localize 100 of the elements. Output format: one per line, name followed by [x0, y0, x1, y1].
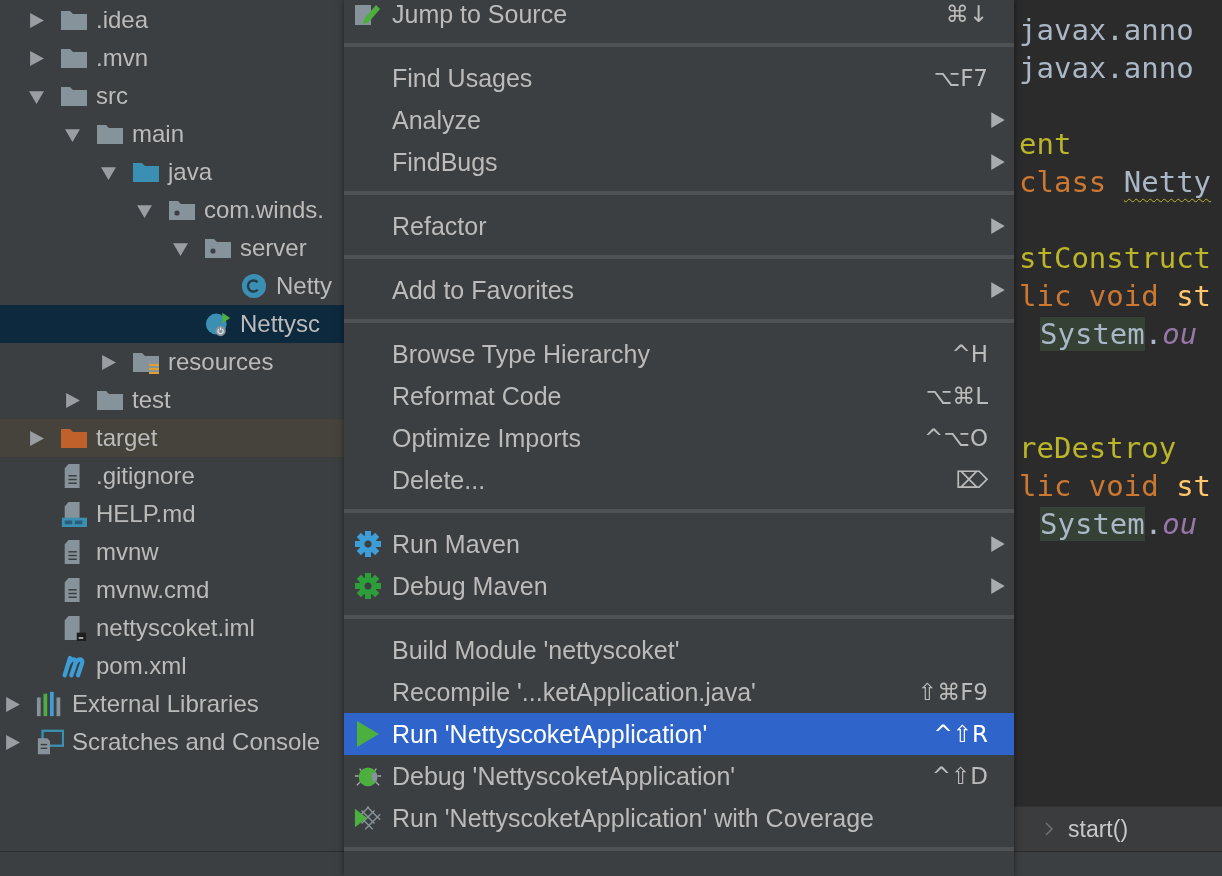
item-label: mvnw.cmd [96, 576, 210, 604]
menu-item[interactable]: FindBugs [344, 141, 1014, 183]
tree-item[interactable]: .idea [0, 1, 344, 39]
collapsed-arrow-icon[interactable] [27, 11, 45, 29]
item-label: test [132, 386, 171, 414]
item-label: Netty [276, 272, 332, 300]
code-token: class [1019, 165, 1107, 199]
markdown-file-icon [60, 501, 88, 527]
tree-item[interactable]: target [0, 419, 344, 457]
breadcrumb-item[interactable]: start() [1068, 815, 1129, 843]
code-token: void [1088, 279, 1159, 313]
menu-item-label: Reformat Code [392, 381, 563, 411]
code-token: st [1176, 279, 1212, 313]
item-label: java [168, 158, 213, 186]
item-label: com.winds. [204, 196, 325, 224]
scratches-icon [36, 729, 64, 755]
menu-item[interactable]: Reformat Code ⌥⌘L [344, 375, 1014, 417]
chevron-icon [1044, 821, 1054, 837]
menu-item-label: Run 'NettyscoketApplication' with Coverage [392, 803, 875, 833]
tree-item[interactable]: External Libraries [0, 685, 344, 723]
shortcut-label: ^⇧D [931, 763, 988, 789]
shortcut-label: ⌦ [955, 467, 988, 493]
collapsed-arrow-icon[interactable] [99, 353, 117, 371]
tree-item[interactable]: pom.xml [0, 647, 344, 685]
menu-item[interactable]: Run Maven [344, 523, 1014, 565]
menu-item-label: Add to Favorites [392, 275, 576, 305]
menu-item[interactable]: Debug 'NettyscoketApplication' ^⇧D [344, 755, 1014, 797]
tree-item[interactable]: Nettysc [0, 305, 344, 343]
item-label: nettyscoket.iml [96, 614, 255, 642]
menu-item-label: Analyze [392, 105, 482, 135]
menu-item-label: Optimize Imports [392, 423, 582, 453]
menu-item-label: Delete... [392, 465, 487, 495]
menu-item[interactable]: Analyze [344, 99, 1014, 141]
code-token: Netty [1123, 165, 1212, 199]
tree-item[interactable]: mvnw.cmd [0, 571, 344, 609]
item-label: target [96, 424, 158, 452]
collapsed-arrow-icon[interactable] [27, 429, 45, 447]
code-token: System [1040, 507, 1145, 541]
menu-item-label: FindBugs [392, 147, 499, 177]
menu-item[interactable]: Add to Favorites [344, 269, 1014, 311]
code-token: lic [1019, 279, 1072, 313]
menu-item[interactable]: Run 'NettyscoketApplication' ^⇧R [344, 713, 1014, 755]
collapsed-arrow-icon[interactable] [63, 391, 81, 409]
shortcut-label: ⌥F7 [933, 65, 988, 91]
menu-item[interactable]: Recompile '...ketApplication.java' ⇧⌘F9 [344, 671, 1014, 713]
tree-item[interactable]: HELP.md [0, 495, 344, 533]
item-label: main [132, 120, 185, 148]
code-token: javax.anno [1019, 13, 1194, 47]
item-label: pom.xml [96, 652, 187, 680]
code-token: ou [1162, 507, 1198, 541]
tree-item[interactable]: resources [0, 343, 344, 381]
item-label: .mvn [96, 44, 148, 72]
collapsed-arrow-icon[interactable] [3, 733, 21, 751]
coverage-icon [354, 804, 382, 832]
tree-item[interactable]: Netty [0, 267, 344, 305]
collapsed-arrow-icon[interactable] [3, 695, 21, 713]
menu-item[interactable]: Refactor [344, 205, 1014, 247]
code-token: ou [1162, 317, 1198, 351]
item-label: External Libraries [72, 690, 259, 718]
tree-item[interactable]: nettyscoket.iml [0, 609, 344, 647]
menu-item[interactable]: Delete... ⌦ [344, 459, 1014, 501]
class-icon [240, 273, 268, 299]
item-label: src [96, 82, 128, 110]
tree-item[interactable]: src [0, 77, 344, 115]
shortcut-label: ⇧⌘F9 [917, 679, 988, 705]
menu-item-label: Jump to Source [392, 0, 569, 29]
tree-item[interactable]: java [0, 153, 344, 191]
tree-item[interactable]: .mvn [0, 39, 344, 77]
tree-item[interactable]: mvnw [0, 533, 344, 571]
tree-item[interactable]: com.winds. [0, 191, 344, 229]
collapsed-arrow-icon[interactable] [27, 49, 45, 67]
tree-item[interactable]: Scratches and Console [0, 723, 344, 761]
menu-item-label: Build Module 'nettyscoket' [392, 635, 681, 665]
item-label: Nettysc [240, 310, 320, 338]
item-label: mvnw [96, 538, 159, 566]
shortcut-label: ^H [951, 341, 988, 367]
tree-item[interactable]: test [0, 381, 344, 419]
menu-item-label: Run 'NettyscoketApplication' [392, 719, 709, 749]
menu-item[interactable]: Browse Type Hierarchy ^H [344, 333, 1014, 375]
shortcut-label: ⌘↓ [945, 1, 988, 27]
menu-item[interactable]: Build Module 'nettyscoket' [344, 629, 1014, 671]
menu-item[interactable]: Optimize Imports ^⌥O [344, 417, 1014, 459]
item-label: Scratches and Console [72, 728, 321, 756]
shortcut-label: ⌥⌘L [925, 383, 988, 409]
menu-item[interactable]: Run 'NettyscoketApplication' with Coverage [344, 797, 1014, 839]
menu-item-label: Recompile '...ketApplication.java' [392, 677, 757, 707]
pom-file-icon [62, 654, 86, 678]
tree-item[interactable]: server [0, 229, 344, 267]
menu-item[interactable]: Debug Maven [344, 565, 1014, 607]
tree-item[interactable]: main [0, 115, 344, 153]
code-token: . [1144, 317, 1163, 351]
item-label: .idea [96, 6, 149, 34]
menu-item[interactable]: Find Usages ⌥F7 [344, 57, 1014, 99]
tree-item[interactable]: .gitignore [0, 457, 344, 495]
menu-item-label: Debug 'NettyscoketApplication' [392, 761, 737, 791]
menu-item[interactable]: Jump to Source ⌘↓ [344, 0, 1014, 35]
shortcut-label: ^⌥O [924, 425, 988, 451]
menu-item-label: Browse Type Hierarchy [392, 339, 651, 369]
code-token: lic [1019, 469, 1072, 503]
item-label: HELP.md [96, 500, 196, 528]
